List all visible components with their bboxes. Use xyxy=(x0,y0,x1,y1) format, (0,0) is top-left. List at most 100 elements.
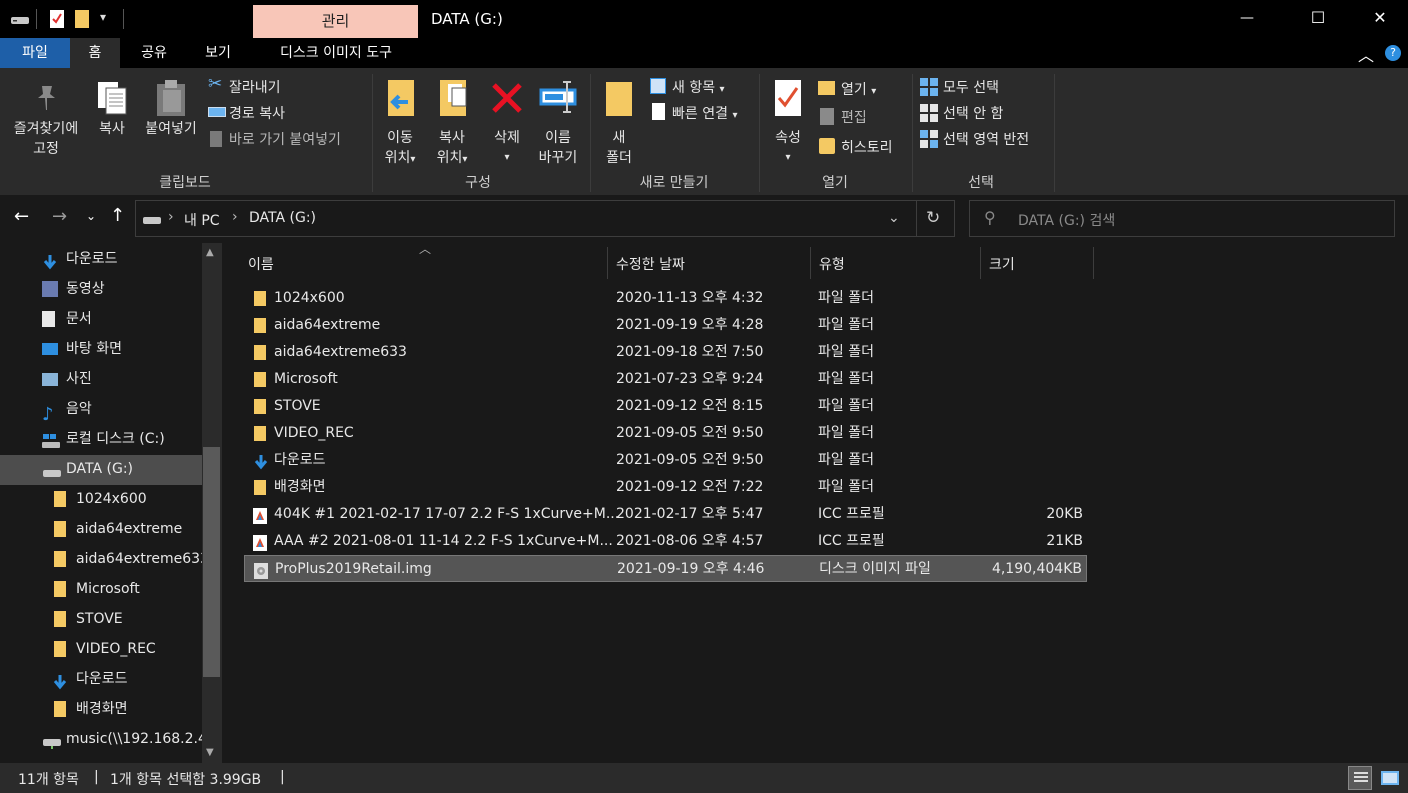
copy-to-label-1: 복사 xyxy=(439,130,465,146)
paste-button[interactable]: 붙여넣기 xyxy=(138,76,204,146)
column-header-name[interactable]: 이름 xyxy=(240,247,608,279)
copy-button[interactable]: 복사 xyxy=(90,76,134,146)
forward-button[interactable]: → xyxy=(52,206,67,227)
nav-item[interactable]: 문서 xyxy=(0,304,202,334)
nav-item[interactable]: 다운로드 xyxy=(0,244,202,274)
nav-item[interactable]: STOVE xyxy=(0,604,202,634)
paste-shortcut-button[interactable]: 바로 가기 붙여넣기 xyxy=(206,128,366,150)
help-icon[interactable]: ? xyxy=(1385,45,1401,61)
nav-item[interactable]: 로컬 디스크 (C:) xyxy=(0,424,202,454)
collapse-ribbon-icon[interactable]: ︿ xyxy=(1358,42,1374,66)
nav-item[interactable]: 배경화면 xyxy=(0,694,202,724)
minimize-button[interactable]: — xyxy=(1224,0,1270,38)
tab-home[interactable]: 홈 xyxy=(70,38,120,68)
nav-item[interactable]: VIDEO_REC xyxy=(0,634,202,664)
nav-item[interactable]: 동영상 xyxy=(0,274,202,304)
cut-button[interactable]: ✂ 잘라내기 xyxy=(206,74,306,98)
breadcrumb-data-g[interactable]: DATA (G:) xyxy=(249,210,316,226)
music-icon: ♪ xyxy=(42,404,54,425)
nav-item[interactable]: Microsoft xyxy=(0,574,202,604)
pin-label-1: 즐겨찾기에 xyxy=(13,121,79,137)
back-button[interactable]: ← xyxy=(14,206,29,227)
address-dropdown-icon[interactable]: ⌄ xyxy=(888,210,900,226)
easy-access-button[interactable]: 빠른 연결 ▾ xyxy=(648,102,758,124)
file-row[interactable]: 다운로드 2021-09-05 오전 9:50 파일 폴더 xyxy=(244,447,1087,474)
copy-to-button[interactable]: 복사 위치▾ xyxy=(428,76,476,166)
address-bar[interactable]: › 내 PC › DATA (G:) ⌄ ↻ xyxy=(135,200,955,237)
file-row[interactable]: aida64extreme633 2021-09-18 오전 7:50 파일 폴더 xyxy=(244,339,1087,366)
properties-button[interactable]: 속성 ▾ xyxy=(764,76,812,163)
nav-item[interactable]: 사진 xyxy=(0,364,202,394)
new-folder-button[interactable]: 새 폴더 xyxy=(596,76,642,166)
open-button[interactable]: 열기 ▾ xyxy=(816,78,906,100)
tab-disk-image-tools[interactable]: 디스크 이미지 도구 xyxy=(256,38,416,68)
history-button[interactable]: 히스토리 xyxy=(816,136,906,158)
tab-view-label: 보기 xyxy=(205,45,231,61)
file-row[interactable]: 1024x600 2020-11-13 오후 4:32 파일 폴더 xyxy=(244,285,1087,312)
file-name: Microsoft xyxy=(274,371,338,387)
breadcrumb-this-pc[interactable]: 내 PC xyxy=(184,210,220,230)
disc-image-icon xyxy=(254,562,268,579)
file-row[interactable]: 404K #1 2021-02-17 17-07 2.2 F-S 1xCurve… xyxy=(244,501,1087,528)
recent-locations-icon[interactable]: ⌄ xyxy=(86,209,96,223)
context-tab-label: 관리 xyxy=(321,12,350,30)
file-row[interactable]: ProPlus2019Retail.img 2021-09-19 오후 4:46 디… xyxy=(244,555,1087,582)
folder-icon xyxy=(54,611,66,627)
tab-share[interactable]: 공유 xyxy=(125,38,183,68)
tab-file-label: 파일 xyxy=(22,45,48,61)
pin-to-quick-access-button[interactable]: 즐겨찾기에 고정 xyxy=(4,76,88,166)
nav-item[interactable]: aida64extreme xyxy=(0,514,202,544)
nav-item[interactable]: ♪ 음악 xyxy=(0,394,202,424)
large-icons-view-button[interactable] xyxy=(1378,766,1402,790)
tab-view[interactable]: 보기 xyxy=(188,38,248,68)
nav-item[interactable]: 다운로드 xyxy=(0,664,202,694)
qat-dropdown-icon[interactable]: ▾ xyxy=(100,10,106,24)
paste-icon xyxy=(157,80,185,116)
tab-file[interactable]: 파일 xyxy=(0,38,70,68)
nav-item[interactable]: DATA (G:) xyxy=(0,454,202,484)
folder-icon xyxy=(54,641,66,657)
nav-item[interactable]: music(\\192.168.2.4 xyxy=(0,724,207,754)
properties-icon[interactable] xyxy=(48,9,66,29)
folder-icon xyxy=(54,701,66,717)
details-view-button[interactable] xyxy=(1348,766,1372,790)
close-icon: ✕ xyxy=(1373,8,1387,27)
file-row[interactable]: STOVE 2021-09-12 오전 8:15 파일 폴더 xyxy=(244,393,1087,420)
nav-item[interactable]: 1024x600 xyxy=(0,484,202,514)
open-text: 열기 xyxy=(841,82,867,98)
column-header-type[interactable]: 유형 xyxy=(811,247,981,279)
column-header-date[interactable]: 수정한 날짜 xyxy=(608,247,811,279)
edit-button[interactable]: 편집 xyxy=(816,106,906,128)
maximize-button[interactable]: ☐ xyxy=(1295,0,1341,38)
nav-scrollbar[interactable]: ▲ ▼ xyxy=(202,243,222,763)
file-row[interactable]: AAA #2 2021-08-01 11-14 2.2 F-S 1xCurve+… xyxy=(244,528,1087,555)
copy-path-button[interactable]: 경로 복사 xyxy=(206,102,306,124)
scroll-thumb[interactable] xyxy=(203,447,220,677)
new-item-button[interactable]: 새 항목 ▾ xyxy=(648,76,748,98)
select-none-button[interactable]: 선택 안 함 xyxy=(918,102,1048,124)
file-date: 2021-09-18 오전 7:50 xyxy=(616,344,764,360)
file-row[interactable]: Microsoft 2021-07-23 오후 9:24 파일 폴더 xyxy=(244,366,1087,393)
open-icon xyxy=(818,81,835,95)
search-box[interactable]: ⚲ DATA (G:) 검색 xyxy=(969,200,1395,237)
move-to-button[interactable]: 이동 위치▾ xyxy=(376,76,424,166)
scroll-down-icon[interactable]: ▼ xyxy=(206,747,214,758)
invert-selection-button[interactable]: 선택 영역 반전 xyxy=(918,128,1048,150)
file-row[interactable]: VIDEO_REC 2021-09-05 오전 9:50 파일 폴더 xyxy=(244,420,1087,447)
refresh-icon[interactable]: ↻ xyxy=(926,208,940,228)
rename-button[interactable]: 이름 바꾸기 xyxy=(532,76,584,166)
nav-item[interactable]: aida64extreme633 xyxy=(0,544,209,574)
select-all-button[interactable]: 모두 선택 xyxy=(918,76,1048,98)
document-icon xyxy=(42,311,55,327)
close-button[interactable]: ✕ xyxy=(1352,0,1408,38)
up-button[interactable]: ↑ xyxy=(110,205,125,226)
file-row[interactable]: 배경화면 2021-09-12 오전 7:22 파일 폴더 xyxy=(244,474,1087,501)
new-folder-icon[interactable] xyxy=(75,10,89,28)
column-header-size[interactable]: 크기 xyxy=(981,247,1094,279)
context-tab-manage[interactable]: 관리 xyxy=(253,5,418,38)
tab-share-label: 공유 xyxy=(141,45,167,61)
file-row[interactable]: aida64extreme 2021-09-19 오후 4:28 파일 폴더 xyxy=(244,312,1087,339)
delete-button[interactable]: 삭제 ▾ xyxy=(484,76,530,163)
nav-item[interactable]: 바탕 화면 xyxy=(0,334,202,364)
scroll-up-icon[interactable]: ▲ xyxy=(206,247,214,258)
